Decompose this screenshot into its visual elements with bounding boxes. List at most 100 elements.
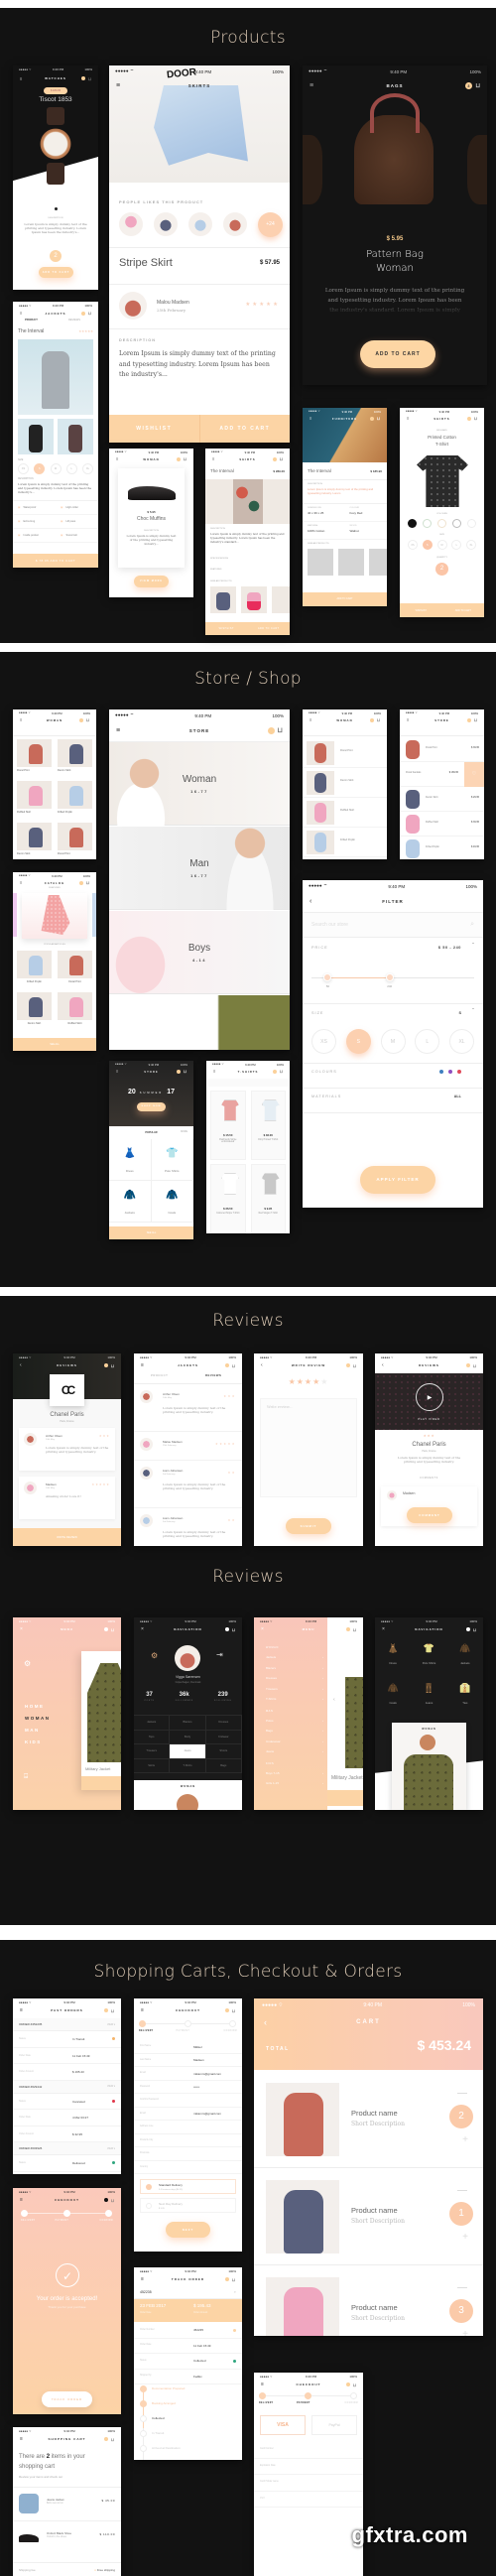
wishlist-button[interactable]: WISHLIST [205,622,248,635]
cart-icon[interactable]: ⊔ [280,1069,284,1074]
carousel-next[interactable] [92,893,96,937]
cart-icon[interactable]: ⊔ [353,2383,357,2387]
cart-icon[interactable]: ⊔ [88,311,92,316]
menu-item[interactable]: KIDS [25,1737,51,1748]
category-item[interactable]: Woman 16-77 [109,742,290,826]
menu-icon[interactable]: ≡ [20,880,23,885]
similar-product[interactable] [272,586,290,613]
form-row[interactable]: Country [134,2161,242,2174]
order-header[interactable]: ORDER #452235 VIEW ▾ [13,2018,121,2031]
cart-icon[interactable]: ⊔ [111,1627,115,1632]
paypal-option[interactable]: PayPal [311,2415,357,2435]
product-tile[interactable]: Ruffled Skirt [58,992,92,1032]
list-item[interactable]: Denim Skirt [303,768,387,798]
chevron-up-icon[interactable]: ˆ [472,1009,474,1015]
tshirt-card[interactable]: $ 36.50 Coloured Stripe T-Shirt [210,1164,246,1233]
menu-icon[interactable]: ≡ [116,456,119,461]
content-preview[interactable]: Military Jacket [81,1651,121,1790]
bag-prev[interactable] [303,135,322,204]
colour-swatch-selected[interactable] [408,519,417,528]
menu-item[interactable]: Girls 1-15 › [266,1778,323,1789]
product-tile[interactable]: Frilled Poplin [58,781,92,821]
colour-swatch[interactable] [437,519,446,528]
form-row[interactable]: Postal & City [134,2134,242,2147]
product-tile[interactable]: Denim Skirt [58,739,92,779]
step-dot[interactable] [259,2392,266,2399]
field-value[interactable]: •••••• [193,2085,199,2089]
category-tile[interactable]: 👗 Dress [375,1639,411,1679]
add-to-cart-button[interactable]: ADD TO CART [39,267,73,278]
product-card[interactable]: $ 5.95 Choc Muffins DESCRIPTION Lorem Ip… [118,468,185,568]
quantity[interactable]: 3 [449,2299,473,2323]
close-icon[interactable]: × [141,1626,145,1632]
product-tile[interactable]: Ruffled Skirt [17,781,52,821]
menu-icon[interactable]: ≡ [20,717,23,722]
rating-star[interactable]: ★ [305,1377,312,1386]
decrement-button[interactable] [457,2287,467,2288]
colour-swatch[interactable] [467,519,476,528]
menu-icon[interactable]: ≡ [213,1069,216,1074]
list-item[interactable]: Floral Print $ 39.95 [400,737,484,762]
order-header[interactable]: ORDER #003926 VIEW ▾ [13,2142,121,2155]
size-option[interactable]: XS [408,540,418,550]
search-field[interactable] [208,1079,288,1087]
carousel-prev[interactable] [13,893,17,937]
materials-value[interactable]: ALL [454,1095,461,1098]
chevron-up-icon[interactable]: ˆ [472,944,474,950]
size-option[interactable]: S [422,540,433,550]
menu-icon[interactable]: ≡ [20,2436,24,2442]
content-preview[interactable]: WOMAN [134,1780,242,1810]
bag-next[interactable] [467,135,487,204]
cart-icon[interactable]: ⊔ [111,2008,115,2013]
search-icon[interactable]: ⌕ [470,921,474,929]
list-item[interactable]: Ruffled Skirt [303,798,387,828]
tshirt-card[interactable]: $ 15.50 Patchwork Stripe embroidered [210,1091,246,1160]
quantity[interactable]: 1 [449,2202,473,2226]
cart-icon[interactable]: ⊔ [184,456,187,461]
menu-item[interactable]: WOMAN [25,1713,51,1725]
swipe-action-button[interactable]: ♡ [464,762,484,787]
menu-item[interactable]: Bags › [266,1726,323,1737]
category-tile[interactable]: 👕 Polo Shirts [411,1639,446,1679]
menu-icon[interactable]: ≡ [261,2382,265,2387]
similar-product[interactable] [241,586,267,613]
menu-icon[interactable]: ≡ [310,82,314,89]
colour-swatch[interactable] [423,519,432,528]
colour-dot[interactable] [439,1070,443,1074]
view-more-button[interactable]: VIEW MORE [134,576,169,587]
cart-icon[interactable]: ⊔ [377,416,381,421]
chevron-left-icon[interactable]: ‹ [333,1697,335,1703]
size-option[interactable]: M [380,1029,406,1054]
category-tile[interactable]: 👕 Polo Shirts [151,1139,193,1181]
add-to-cart-button[interactable]: $ 78.95 ADD TO CART [13,554,98,568]
content-preview[interactable]: ‹ Military Jacket [327,1677,363,1806]
category-tile[interactable]: 👖 Jeans [411,1679,446,1719]
content-preview[interactable]: WOMAN [392,1723,466,1810]
step-dot[interactable] [62,2210,70,2217]
product-tile[interactable]: Denim Skirt [17,823,52,859]
thumbnail[interactable] [58,419,93,454]
settings-icon[interactable]: ⚙ [151,1651,158,1660]
view-link[interactable]: VIEW ▾ [107,2023,115,2026]
rating-star[interactable]: ★ [289,1377,297,1386]
radio-button[interactable] [146,2184,152,2190]
cart-icon[interactable]: ⊔ [232,1363,236,1368]
more-likers-button[interactable]: +24 [258,212,283,237]
back-icon[interactable]: ‹ [261,1362,264,1368]
menu-icon[interactable]: ≡ [20,2197,24,2203]
logout-icon[interactable]: ⇥ [216,1650,223,1659]
form-row[interactable]: Last Name Madsen [134,2054,242,2067]
menu-item[interactable]: Blazers › [266,1663,323,1674]
step-dot[interactable] [229,2020,236,2027]
menu-item[interactable]: Dresses › [266,1673,323,1684]
size-option[interactable]: L [65,463,77,474]
colour-swatch[interactable] [452,519,461,528]
rating-star[interactable]: ★ [320,1377,328,1386]
add-to-cart-button[interactable]: ADD TO CART [442,603,485,617]
category-tile[interactable]: 🧥 Jackets [447,1639,483,1679]
form-row[interactable]: Postcode [134,2147,242,2161]
list-item[interactable]: Floral Sandals $ 189.95 ♡ [400,762,484,787]
category-tile[interactable]: 🧥 Coats [375,1679,411,1719]
back-icon[interactable]: ‹ [310,898,312,905]
menu-item[interactable]: Boys 7-15 › [266,1768,323,1779]
